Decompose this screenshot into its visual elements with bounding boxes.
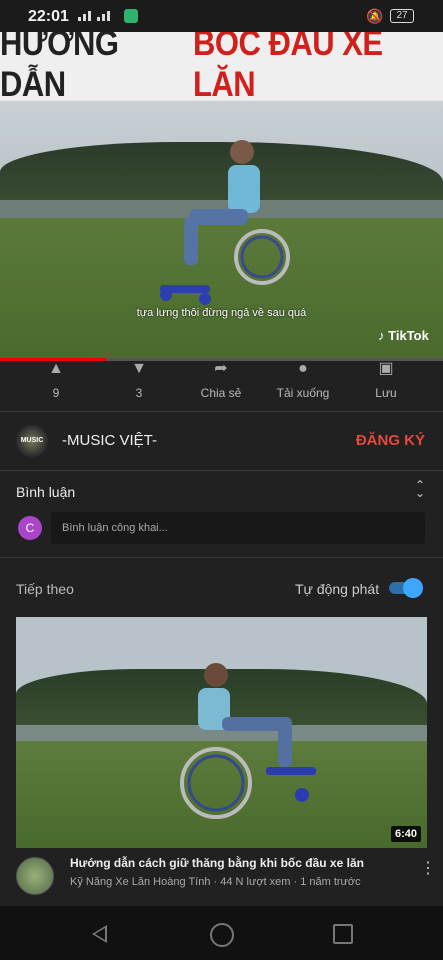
notification-app-icon bbox=[124, 9, 138, 23]
channel-name[interactable]: -MUSIC VIỆT- bbox=[62, 432, 157, 449]
like-count: 9 bbox=[52, 386, 60, 400]
next-video-channel-avatar[interactable] bbox=[16, 857, 54, 895]
more-options-icon[interactable]: ⋮ bbox=[420, 858, 436, 878]
back-icon[interactable] bbox=[92, 925, 107, 943]
video-title-banner: HƯỚNG DẪN BỐC ĐẦU XE LĂN bbox=[0, 32, 443, 104]
recent-apps-icon[interactable] bbox=[333, 924, 353, 944]
battery-icon: 27 bbox=[390, 9, 414, 23]
download-icon: ● bbox=[298, 360, 308, 377]
comments-header: Bình luận bbox=[16, 484, 76, 500]
video-duration: 6:40 bbox=[390, 826, 421, 842]
share-button[interactable]: ➦ Chia sẻ bbox=[181, 360, 261, 401]
autoplay-toggle-knob bbox=[403, 578, 423, 598]
channel-row: MUSIC -MUSIC VIỆT- ĐĂNG KÝ bbox=[0, 412, 443, 470]
mute-icon: 🔕 bbox=[366, 8, 384, 24]
tiktok-watermark: ♪ TikTok bbox=[378, 328, 429, 343]
next-video-info[interactable]: Hướng dẫn cách giữ thăng bằng khi bốc đầ… bbox=[0, 848, 443, 906]
download-label: Tải xuống bbox=[276, 386, 330, 400]
expand-icon[interactable]: ⌃ ⌄ bbox=[415, 479, 425, 499]
thumbs-up-icon: ▲ bbox=[48, 360, 64, 377]
status-time: 22:01 bbox=[28, 8, 69, 25]
share-label: Chia sẻ bbox=[200, 386, 242, 400]
like-button[interactable]: ▲ 9 bbox=[16, 360, 96, 401]
channel-avatar-text: MUSIC bbox=[20, 437, 44, 444]
next-video-title[interactable]: Hướng dẫn cách giữ thăng bằng khi bốc đầ… bbox=[70, 856, 410, 870]
system-nav-bar bbox=[0, 906, 443, 960]
download-button[interactable]: ● Tải xuống bbox=[263, 360, 343, 401]
tiktok-watermark-label: TikTok bbox=[388, 328, 429, 343]
dislike-count: 3 bbox=[135, 386, 143, 400]
video-subtitle: tựa lưng thôi đừng ngả về sau quá bbox=[136, 307, 307, 319]
action-row: ▲ 9 ▼ 3 ➦ Chia sẻ ● Tải xuống ▣ Lưu bbox=[0, 360, 443, 410]
status-bar: 22:01 🔕 27 bbox=[0, 0, 443, 32]
save-icon: ▣ bbox=[378, 360, 394, 377]
dislike-button[interactable]: ▼ 3 bbox=[99, 360, 179, 401]
comment-input[interactable]: Bình luận công khai... bbox=[51, 512, 425, 544]
up-next-label: Tiếp theo bbox=[16, 581, 74, 597]
share-icon: ➦ bbox=[214, 360, 228, 377]
next-video-meta: Kỹ Năng Xe Lăn Hoàng Tính · 44 N lượt xe… bbox=[70, 876, 361, 888]
autoplay-label: Tự động phát bbox=[295, 581, 380, 597]
wheelchair-person-image bbox=[160, 140, 290, 305]
wheelchair-person-image bbox=[180, 663, 316, 819]
up-next-header: Tiếp theo Tự động phát bbox=[0, 558, 443, 616]
save-button[interactable]: ▣ Lưu bbox=[346, 360, 426, 401]
signal-icon bbox=[78, 11, 110, 21]
channel-avatar[interactable]: MUSIC bbox=[16, 425, 48, 457]
comments-section[interactable]: Bình luận ⌃ ⌄ C Bình luận công khai... bbox=[0, 471, 443, 557]
home-icon[interactable] bbox=[210, 923, 234, 947]
video-player[interactable]: HƯỚNG DẪN BỐC ĐẦU XE LĂN tựa lưng thôi đ… bbox=[0, 32, 443, 360]
next-video-thumbnail[interactable]: 6:40 bbox=[16, 617, 427, 848]
subscribe-button[interactable]: ĐĂNG KÝ bbox=[356, 432, 425, 449]
thumbs-down-icon: ▼ bbox=[131, 360, 147, 377]
user-avatar: C bbox=[18, 516, 42, 540]
video-title-part2: BỐC ĐẦU XE LĂN bbox=[192, 32, 383, 105]
video-title-part1: HƯỚNG DẪN bbox=[0, 32, 119, 105]
save-label: Lưu bbox=[375, 386, 397, 400]
autoplay-toggle[interactable] bbox=[389, 578, 423, 598]
